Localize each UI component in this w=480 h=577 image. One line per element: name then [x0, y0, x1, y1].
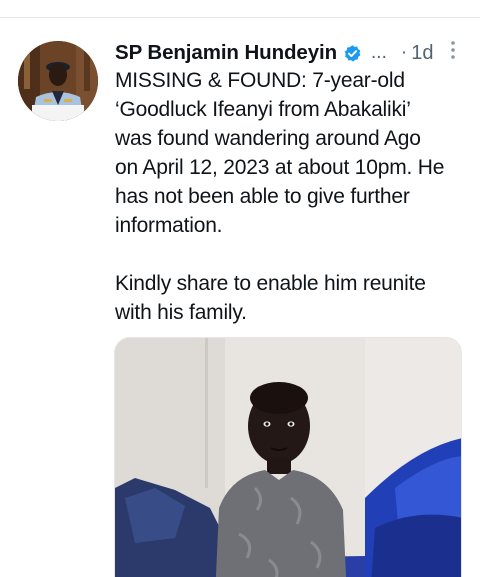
tweet-text-line: on April 12, 2023 at about 10pm. He — [115, 156, 445, 179]
name-overflow-ellipsis: ... — [371, 42, 387, 63]
top-divider — [0, 17, 480, 18]
tweet-text-line: was found wandering around Ago — [115, 127, 421, 150]
tweet-photo[interactable] — [114, 337, 462, 577]
tweet-timestamp[interactable]: 1d — [411, 42, 433, 65]
tweet-text-line: information. — [115, 214, 223, 237]
tweet-text-line: MISSING & FOUND: 7-year-old — [115, 69, 405, 92]
tweet-header: SP Benjamin Hundeyin ... · 1d — [115, 38, 470, 68]
verified-badge-icon — [343, 44, 362, 63]
author-name[interactable]: SP Benjamin Hundeyin — [115, 41, 337, 65]
tweet-text-line: has not been able to give further — [115, 185, 410, 208]
more-options-icon[interactable] — [448, 40, 458, 62]
tweet-text-line: with his family. — [115, 301, 247, 324]
tweet-text-line: ‘Goodluck Ifeanyi from Abakaliki’ — [115, 98, 411, 121]
tweet-page: SP Benjamin Hundeyin ... · 1d MISSING & … — [0, 0, 480, 577]
tweet-text-line: Kindly share to enable him reunite — [115, 272, 426, 295]
author-avatar[interactable] — [18, 41, 98, 121]
tweet-text: MISSING & FOUND: 7-year-old ‘Goodluck If… — [115, 66, 475, 327]
header-separator: · — [400, 42, 408, 63]
